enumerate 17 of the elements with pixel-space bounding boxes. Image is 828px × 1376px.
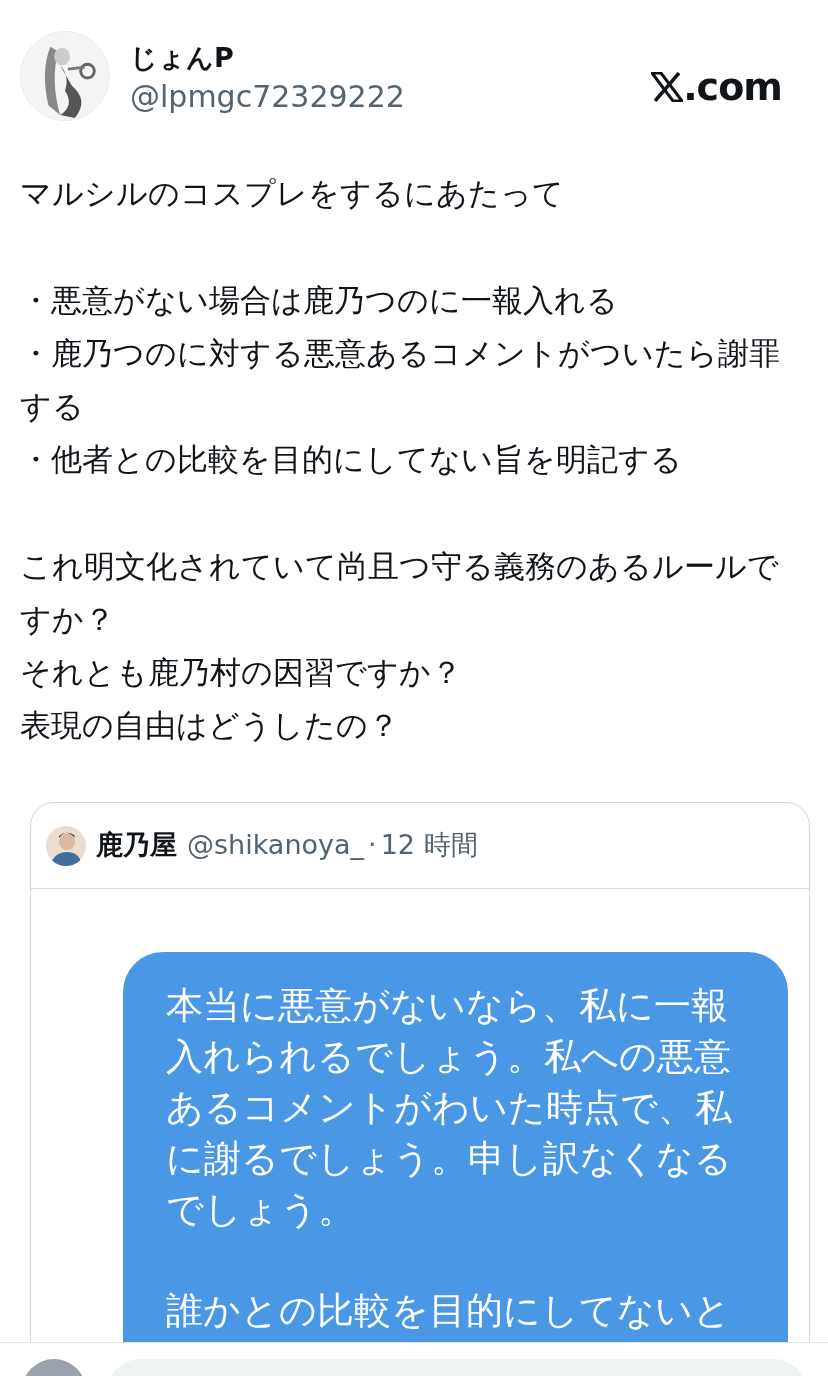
post-text: マルシルのコスプレをするにあたって <box>20 174 565 213</box>
post-text: 表現の自由はどうしたの？ <box>20 706 400 745</box>
post-time: 12 時間 <box>380 828 478 863</box>
quote-author-name: 鹿乃屋 <box>96 828 177 863</box>
x-logo-icon <box>651 72 684 102</box>
post-text: ・悪意がない場合は鹿乃つのに一報入れる <box>20 281 619 320</box>
separator-dot: · <box>368 828 377 863</box>
author-handle: @lpmgc72329222 <box>130 78 405 116</box>
message-text: 本当に悪意がないなら、私に一報 入れられるでしょう。私への悪意 あるコメントがわいた時点で、私 に謝るでしょう。申し訳なくなる でしょう。 <box>166 983 733 1233</box>
site-label: .com <box>683 67 782 107</box>
post-text: ・鹿乃つのに対する悪意あるコメントがついたら謝罪する <box>20 334 781 426</box>
author-name: じょんP <box>130 41 235 75</box>
message-text: 誰かとの比較を目的にしてないと <box>166 1288 732 1334</box>
post-text: ・他者との比較を目的にしてない旨を明記する <box>20 440 683 479</box>
quote-author-handle: @shikanoya_ <box>187 828 365 863</box>
post-text: それとも鹿乃村の因習ですか？ <box>20 653 463 692</box>
post-text: これ明文化されていて尚且つ守る義務のあるルールですか？ <box>20 547 780 639</box>
